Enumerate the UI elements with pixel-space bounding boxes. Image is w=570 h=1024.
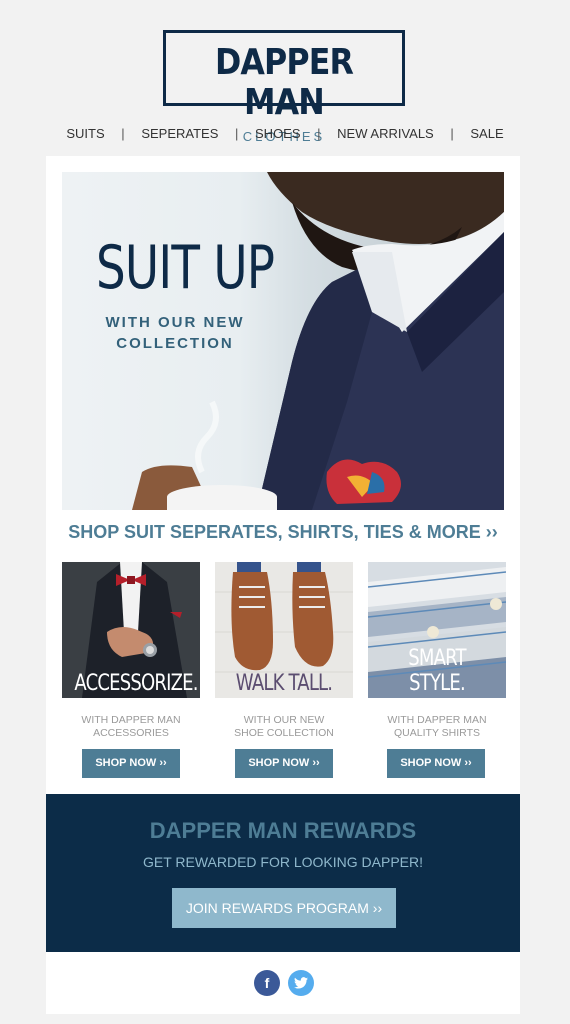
twitter-icon[interactable] (288, 970, 314, 996)
product-caption: WITH OUR NEW SHOE COLLECTION (215, 714, 353, 740)
hero-subtitle: WITH OUR NEW COLLECTION (100, 312, 250, 354)
caption-line: ACCESSORIES (93, 727, 169, 739)
hero-banner[interactable]: SUIT UP WITH OUR NEW COLLECTION (62, 172, 504, 510)
caption-line: QUALITY SHIRTS (394, 727, 480, 739)
main-nav: SUITS | SEPERATES | SHOES | NEW ARRIVALS… (0, 126, 570, 141)
nav-item-sale[interactable]: SALE (470, 126, 503, 141)
walk-tall-label: WALK TALL. (235, 671, 333, 696)
product-caption: WITH DAPPER MAN ACCESSORIES (62, 714, 200, 740)
caption-line: WITH OUR NEW (243, 714, 325, 726)
shop-now-shoes-button[interactable]: SHOP NOW ›› (235, 749, 333, 778)
nav-item-seperates[interactable]: SEPERATES (141, 126, 218, 141)
nav-item-new-arrivals[interactable]: NEW ARRIVALS (337, 126, 434, 141)
product-tile-walk-tall[interactable]: WALK TALL. (215, 562, 353, 698)
hero-subtitle-line: WITH OUR NEW (105, 314, 245, 331)
product-tile-accessorize[interactable]: ACCESSORIZE. (62, 562, 200, 698)
nav-separator: | (317, 126, 321, 141)
smart-style-label: SMART STYLE. (408, 646, 466, 696)
nav-item-shoes[interactable]: SHOES (255, 126, 301, 141)
shop-seperates-link[interactable]: SHOP SUIT SEPERATES, SHIRTS, TIES & MORE… (46, 522, 520, 543)
accessorize-label: ACCESSORIZE. (74, 671, 198, 696)
email-body: SUIT UP WITH OUR NEW COLLECTION SHOP SUI… (46, 156, 520, 1014)
rewards-banner: DAPPER MAN REWARDS GET REWARDED FOR LOOK… (46, 794, 520, 952)
nav-separator: | (121, 126, 125, 141)
brand-logo[interactable]: DAPPER MAN CLOTHES (163, 30, 405, 144)
hero-title: SUIT UP (96, 233, 275, 303)
nav-separator: | (450, 126, 454, 141)
caption-line: WITH DAPPER MAN (387, 714, 487, 726)
product-caption: WITH DAPPER MAN QUALITY SHIRTS (368, 714, 506, 740)
join-rewards-button[interactable]: JOIN REWARDS PROGRAM ›› (172, 888, 396, 928)
twitter-bird-icon (294, 977, 308, 989)
nav-separator: | (235, 126, 239, 141)
hero-subtitle-line: COLLECTION (116, 335, 234, 352)
shop-now-shirts-button[interactable]: SHOP NOW ›› (387, 749, 485, 778)
nav-item-suits[interactable]: SUITS (66, 126, 104, 141)
caption-line: WITH DAPPER MAN (81, 714, 181, 726)
product-tile-smart-style[interactable]: SMART STYLE. (368, 562, 506, 698)
rewards-subtitle: GET REWARDED FOR LOOKING DAPPER! (142, 854, 424, 870)
rewards-title: DAPPER MAN REWARDS (149, 818, 417, 843)
shop-now-accessories-button[interactable]: SHOP NOW ›› (82, 749, 180, 778)
facebook-icon[interactable]: f (254, 970, 280, 996)
brand-name: DAPPER MAN (214, 42, 354, 123)
caption-line: SHOE COLLECTION (234, 727, 334, 739)
